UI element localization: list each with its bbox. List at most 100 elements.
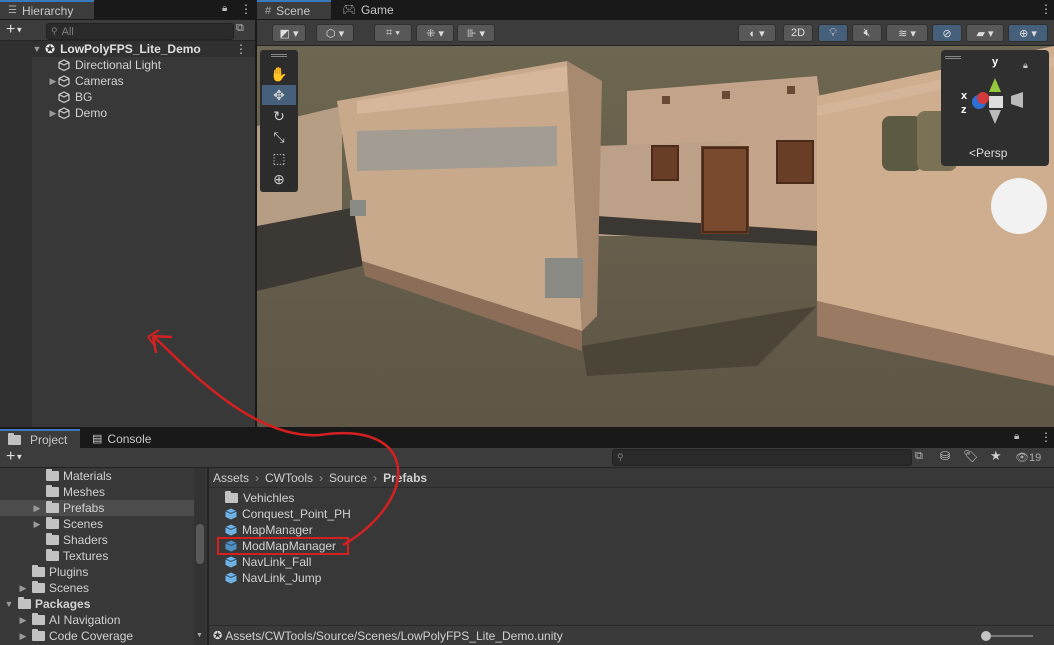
filter-by-type-icon[interactable]: ⛁ xyxy=(940,449,950,463)
scroll-down-arrow-icon[interactable]: ▼ xyxy=(196,632,203,639)
search-by-type-icon[interactable]: ⧉ xyxy=(915,450,923,463)
render-mode-dropdown[interactable]: ⬡ ▾ xyxy=(316,24,354,42)
expand-arrow-icon[interactable]: ▶ xyxy=(18,631,28,642)
lock-icon[interactable]: 🔒︎ xyxy=(1014,431,1019,442)
file-list-item[interactable]: NavLink_Fall xyxy=(209,554,1054,570)
axis-gizmo-icon[interactable] xyxy=(961,64,1031,134)
snap-increment-dropdown[interactable]: ⁜ ▾ xyxy=(416,24,454,42)
ruler-dropdown[interactable]: ⊪ ▾ xyxy=(457,24,495,42)
file-list-item[interactable]: Vehichles xyxy=(209,490,1054,506)
project-tree-item[interactable]: ▶ Code Coverage xyxy=(0,628,194,644)
unity-scene-icon: ✪ xyxy=(213,630,223,642)
hierarchy-item[interactable]: ▶ Demo xyxy=(0,105,255,121)
scene-render xyxy=(257,46,1054,427)
scrollbar-thumb[interactable] xyxy=(196,524,204,564)
effects-dropdown[interactable]: ≋ ▾ xyxy=(886,24,928,42)
folder-icon xyxy=(32,581,45,593)
expand-arrow-icon[interactable]: ▶ xyxy=(18,615,28,626)
rect-tool[interactable]: ⬚ xyxy=(262,148,296,168)
hand-tool[interactable]: ✋ xyxy=(262,64,296,84)
project-tree-item[interactable]: Shaders xyxy=(0,532,194,548)
expand-arrow-icon[interactable]: ▶ xyxy=(32,519,42,530)
expand-arrow-icon[interactable]: ▼ xyxy=(4,599,14,609)
kebab-menu-icon[interactable]: ⋮ xyxy=(240,2,252,16)
create-dropdown[interactable]: +▼ xyxy=(6,448,23,466)
hierarchy-item[interactable]: ▶ Cameras xyxy=(0,73,255,89)
breadcrumb-item[interactable]: Assets xyxy=(213,471,249,485)
grid-snap-dropdown[interactable]: ⌗ ▾ xyxy=(374,24,412,42)
transform-tool[interactable]: ⊕ xyxy=(262,169,296,189)
kebab-menu-icon[interactable]: ⋮ xyxy=(235,42,247,56)
expand-arrow-icon[interactable]: ▶ xyxy=(48,108,58,119)
expand-arrow-icon[interactable]: ▶ xyxy=(18,583,28,594)
tab-console[interactable]: ▤ Console xyxy=(84,429,164,448)
project-tree-item[interactable]: Meshes xyxy=(0,484,194,500)
hierarchy-item[interactable]: BG xyxy=(0,89,255,105)
icon-size-slider[interactable] xyxy=(981,631,1033,641)
breadcrumb-item[interactable]: CWTools xyxy=(265,471,313,485)
project-tree-label: Plugins xyxy=(49,565,89,579)
rotate-tool[interactable]: ↻ xyxy=(262,106,296,126)
gizmo-handle[interactable] xyxy=(945,56,961,59)
visibility-toggle-icon[interactable]: ⊘ xyxy=(932,24,962,42)
tool-strip-handle[interactable] xyxy=(271,54,287,57)
folder-icon xyxy=(46,469,59,481)
scale-tool[interactable]: ⤡ xyxy=(262,127,296,147)
lock-icon[interactable]: 🔒︎ xyxy=(222,3,227,14)
project-tree-item[interactable]: ▶ Scenes xyxy=(0,516,194,532)
file-list-item[interactable]: NavLink_Jump xyxy=(209,570,1054,586)
project-tree-item[interactable]: Materials xyxy=(0,468,194,484)
status-bar: ✪ Assets/CWTools/Source/Scenes/LowPolyFP… xyxy=(209,625,1054,645)
draw-mode-dropdown[interactable]: ◩ ▾ xyxy=(272,24,306,42)
kebab-menu-icon[interactable]: ⋮ xyxy=(1040,2,1052,16)
file-list-item[interactable]: MapManager xyxy=(209,522,1054,538)
scene-name: LowPolyFPS_Lite_Demo xyxy=(60,42,201,56)
project-tree-item[interactable]: ▼ Packages xyxy=(0,596,194,612)
tab-scene[interactable]: # Scene xyxy=(257,0,331,19)
project-tree-item[interactable]: ▶ Scenes xyxy=(0,580,194,596)
search-by-type-icon[interactable]: ⧉ xyxy=(236,22,244,35)
chevron-right-icon: › xyxy=(319,470,324,485)
project-tree-item[interactable]: Plugins xyxy=(0,564,194,580)
lighting-toggle-icon[interactable]: 💡︎ xyxy=(818,24,848,42)
breadcrumb-item[interactable]: Prefabs xyxy=(383,471,427,485)
tab-console-label: Console xyxy=(107,431,152,446)
tree-scrollbar[interactable]: ▼ xyxy=(194,468,206,645)
slider-thumb[interactable] xyxy=(981,631,991,641)
move-tool[interactable]: ✥ xyxy=(262,85,296,105)
gameobject-cube-icon xyxy=(58,75,70,87)
hierarchy-item[interactable]: Directional Light xyxy=(0,57,255,73)
scene-viewport[interactable]: ✋ ✥ ↻ ⤡ ⬚ ⊕ 🔒︎ y x z <Persp xyxy=(257,46,1054,427)
gizmos-dropdown[interactable]: ⊕ ▾ xyxy=(1008,24,1048,42)
expand-arrow-icon[interactable]: ▶ xyxy=(32,503,42,514)
shading-dropdown[interactable]: ◐ ▾ xyxy=(738,24,776,42)
folder-icon xyxy=(46,517,59,529)
expand-arrow-icon[interactable]: ▶ xyxy=(48,76,58,87)
project-file-list: Assets › CWTools › Source › Prefabs Vehichles C… xyxy=(209,468,1054,625)
audio-toggle-icon[interactable]: 🔇︎ xyxy=(852,24,882,42)
tab-scene-label: Scene xyxy=(276,3,311,18)
project-tree-item[interactable]: ▶ AI Navigation xyxy=(0,612,194,628)
tab-project[interactable]: Project xyxy=(0,429,80,448)
project-tree-item[interactable]: ▶ Prefabs xyxy=(0,500,194,516)
hierarchy-search-input[interactable]: ⚲ All xyxy=(46,23,234,40)
expand-arrow-icon[interactable]: ▼ xyxy=(32,44,42,54)
camera-dropdown[interactable]: ▰ ▾ xyxy=(966,24,1004,42)
file-list-item[interactable]: Conquest_Point_PH xyxy=(209,506,1054,522)
hidden-packages-toggle[interactable]: 👁︎19 xyxy=(1015,451,1041,464)
favorite-star-icon[interactable]: ★ xyxy=(990,448,1002,464)
tab-hierarchy[interactable]: ☰ Hierarchy xyxy=(0,0,94,19)
scene-root-row[interactable]: ▼ ✪ LowPolyFPS_Lite_Demo ⋮ xyxy=(0,41,255,57)
eye-icon: 👁︎ xyxy=(1015,452,1029,464)
folder-icon xyxy=(46,501,59,513)
orientation-gizmo[interactable]: 🔒︎ y x z <Persp xyxy=(941,50,1049,166)
tab-game[interactable]: 🎮︎ Game xyxy=(334,0,408,19)
breadcrumb-item[interactable]: Source xyxy=(329,471,367,485)
label-icon[interactable]: 🏷︎ xyxy=(963,449,978,463)
toggle-2d-button[interactable]: 2D xyxy=(783,24,813,42)
project-tree-item[interactable]: Textures xyxy=(0,548,194,564)
projection-toggle[interactable]: <Persp xyxy=(969,146,1007,160)
kebab-menu-icon[interactable]: ⋮ xyxy=(1040,430,1052,444)
project-search-input[interactable]: ⚲ xyxy=(612,449,912,466)
create-dropdown[interactable]: +▼ xyxy=(6,21,23,39)
